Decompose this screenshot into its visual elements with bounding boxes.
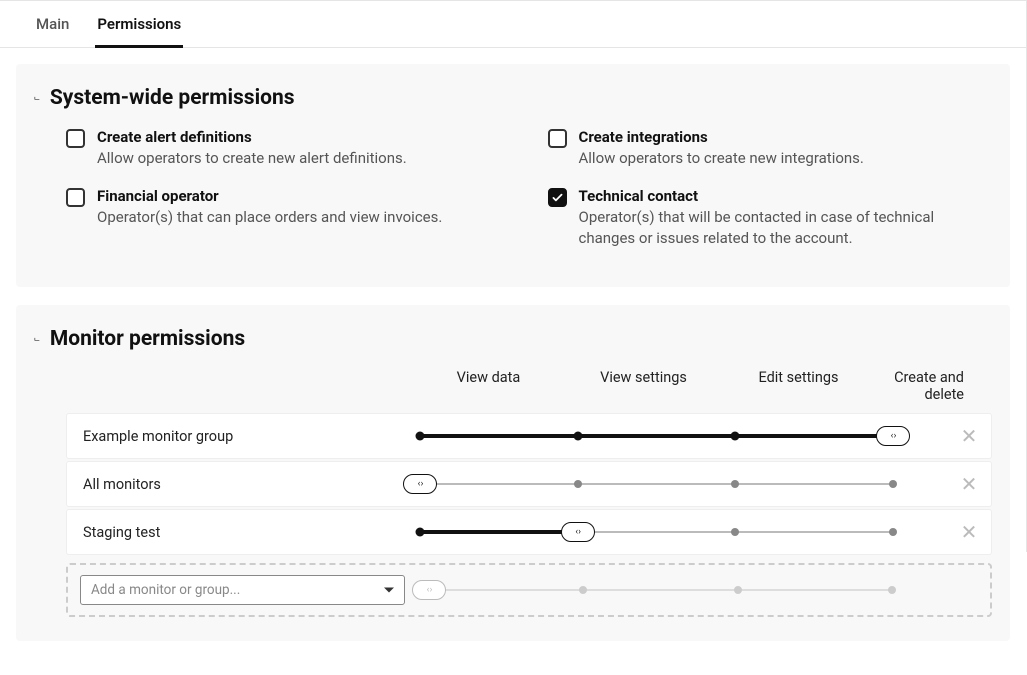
perm-create-alert-definitions: Create alert definitions Allow operators… [66, 128, 510, 169]
permission-slider[interactable]: ‹ › [412, 426, 943, 446]
perm-label: Create integrations [579, 128, 864, 146]
monitor-name: All monitors [83, 476, 412, 493]
col-edit-settings: Edit settings [721, 369, 876, 403]
system-permissions-grid: Create alert definitions Allow operators… [34, 128, 992, 267]
monitor-permissions-header[interactable]: ⌐ Monitor permissions [34, 327, 992, 351]
content-area: ⌐ System-wide permissions Create alert d… [0, 48, 1026, 675]
monitor-row: All monitors ‹ › ✕ [66, 461, 992, 507]
slider-handle-disabled: ‹ › [412, 580, 446, 600]
monitor-permissions-panel: ⌐ Monitor permissions View data View set… [16, 305, 1010, 641]
remove-row-button[interactable]: ✕ [957, 520, 981, 544]
collapse-icon: ⌐ [34, 334, 40, 345]
add-monitor-placeholder: Add a monitor or group... [91, 582, 240, 598]
monitor-name: Staging test [83, 524, 412, 541]
checkbox-financial-operator[interactable] [66, 188, 85, 207]
add-monitor-row: Add a monitor or group... ‹ › [66, 563, 992, 617]
monitor-permissions-columns: View data View settings Edit settings Cr… [34, 369, 992, 403]
slider-handle[interactable]: ‹ › [561, 522, 595, 542]
monitor-name: Example monitor group [83, 428, 412, 445]
permission-slider-disabled: ‹ › [421, 580, 942, 600]
perm-label: Create alert definitions [97, 128, 407, 146]
col-view-settings: View settings [566, 369, 721, 403]
checkbox-create-alert-definitions[interactable] [66, 129, 85, 148]
perm-create-integrations: Create integrations Allow operators to c… [548, 128, 992, 169]
perm-financial-operator: Financial operator Operator(s) that can … [66, 187, 510, 249]
collapse-icon: ⌐ [34, 93, 40, 104]
perm-label: Technical contact [579, 187, 968, 205]
col-view-data: View data [411, 369, 566, 403]
check-icon [551, 191, 564, 204]
monitor-permissions-title: Monitor permissions [50, 327, 245, 351]
slider-handle[interactable]: ‹ › [403, 474, 437, 494]
perm-desc: Allow operators to create new integratio… [579, 148, 864, 169]
checkbox-create-integrations[interactable] [548, 129, 567, 148]
tab-permissions[interactable]: Permissions [95, 1, 183, 48]
permission-slider[interactable]: ‹ › [412, 522, 943, 542]
tabs: Main Permissions [0, 1, 1026, 48]
perm-desc: Operator(s) that can place orders and vi… [97, 207, 442, 228]
perm-label: Financial operator [97, 187, 442, 205]
system-permissions-title: System-wide permissions [50, 86, 295, 110]
monitor-row: Example monitor group ‹ › ✕ [66, 413, 992, 459]
tab-main[interactable]: Main [34, 1, 71, 47]
perm-desc: Allow operators to create new alert defi… [97, 148, 407, 169]
remove-row-button[interactable]: ✕ [957, 424, 981, 448]
system-permissions-panel: ⌐ System-wide permissions Create alert d… [16, 64, 1010, 287]
perm-desc: Operator(s) that will be contacted in ca… [579, 207, 968, 249]
slider-handle[interactable]: ‹ › [876, 426, 910, 446]
system-permissions-header[interactable]: ⌐ System-wide permissions [34, 86, 992, 110]
checkbox-technical-contact[interactable] [548, 188, 567, 207]
permission-slider[interactable]: ‹ › [412, 474, 943, 494]
remove-row-button[interactable]: ✕ [957, 472, 981, 496]
col-create-delete: Create and delete [876, 369, 992, 403]
perm-technical-contact: Technical contact Operator(s) that will … [548, 187, 992, 249]
monitor-row: Staging test ‹ › ✕ [66, 509, 992, 555]
add-monitor-select[interactable]: Add a monitor or group... [80, 575, 405, 605]
